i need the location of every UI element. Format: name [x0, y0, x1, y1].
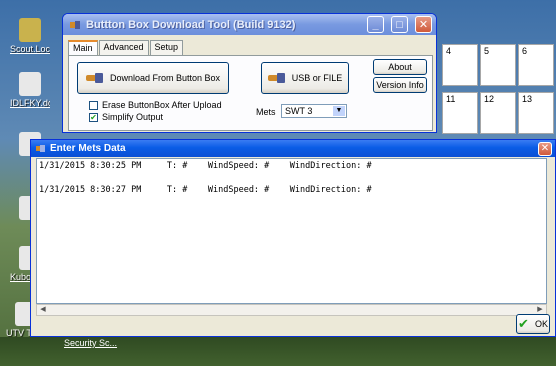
erase-checkbox[interactable]	[89, 100, 98, 110]
simplify-checkbox[interactable]: ✔	[89, 112, 98, 122]
version-info-button[interactable]: Version Info	[373, 77, 427, 93]
tab-strip: Main Advanced Setup	[68, 40, 184, 56]
main-tab-panel: Download From Button Box USB or FILE Abo…	[68, 55, 433, 131]
simplify-checkbox-row[interactable]: ✔ Simplify Output	[89, 112, 163, 122]
horizontal-scrollbar[interactable]: ◀ ▶	[36, 304, 547, 316]
tab-main[interactable]: Main	[68, 40, 98, 56]
folder-zip-icon	[19, 18, 41, 42]
mets-close-button[interactable]: ✕	[538, 141, 552, 156]
about-button[interactable]: About	[373, 59, 427, 75]
number-tile-grid: 4 5 6 11 12 13	[440, 42, 556, 136]
app-plug-icon	[70, 20, 80, 29]
log-line: 1/31/2015 8:30:25 PM T: # WindSpeed: # W…	[39, 161, 372, 171]
app-plug-icon	[36, 145, 45, 152]
security-shortcut-label[interactable]: Security Sc...	[64, 338, 117, 348]
erase-checkbox-row[interactable]: Erase ButtonBox After Upload	[89, 100, 222, 110]
mets-log-textarea[interactable]: 1/31/2015 8:30:25 PM T: # WindSpeed: # W…	[36, 158, 547, 304]
chevron-down-icon[interactable]: ▼	[333, 106, 345, 116]
mets-titlebar[interactable]: Enter Mets Data ✕	[31, 140, 555, 157]
tab-advanced[interactable]: Advanced	[98, 40, 149, 56]
plug-icon	[267, 72, 286, 84]
desktop-icon-scout-locs[interactable]: Scout.Locs	[10, 18, 50, 54]
scroll-left-icon[interactable]: ◀	[37, 305, 49, 315]
mets-select[interactable]: SWT 3 ▼	[281, 104, 347, 118]
mets-window-title: Enter Mets Data	[50, 143, 126, 154]
tile-12[interactable]: 12	[480, 92, 516, 134]
ok-button[interactable]: ✔ OK	[516, 314, 550, 334]
tab-setup[interactable]: Setup	[149, 40, 184, 56]
tile-13[interactable]: 13	[518, 92, 554, 134]
plug-icon	[85, 72, 104, 84]
maximize-button[interactable]: □	[391, 16, 408, 33]
document-icon	[19, 72, 41, 96]
tile-6[interactable]: 6	[518, 44, 554, 86]
enter-mets-data-window: Enter Mets Data ✕ 1/31/2015 8:30:25 PM T…	[30, 139, 556, 337]
close-button[interactable]: ✕	[415, 16, 432, 33]
tile-11[interactable]: 11	[442, 92, 478, 134]
desktop-icon-idlfky-docs[interactable]: IDLFKY.docs	[10, 72, 50, 108]
minimize-button[interactable]: _	[367, 16, 384, 33]
button-box-window: Buttton Box Download Tool (Build 9132) _…	[62, 13, 437, 133]
tile-4[interactable]: 4	[442, 44, 478, 86]
button-box-titlebar[interactable]: Buttton Box Download Tool (Build 9132) _…	[63, 14, 436, 35]
log-line: 1/31/2015 8:30:27 PM T: # WindSpeed: # W…	[39, 185, 372, 195]
tile-5[interactable]: 5	[480, 44, 516, 86]
window-title: Buttton Box Download Tool (Build 9132)	[86, 18, 296, 31]
download-from-button-box-button[interactable]: Download From Button Box	[77, 62, 229, 94]
mets-label: Mets	[256, 107, 276, 117]
checkmark-icon: ✔	[518, 316, 529, 331]
usb-or-file-button[interactable]: USB or FILE	[261, 62, 349, 94]
